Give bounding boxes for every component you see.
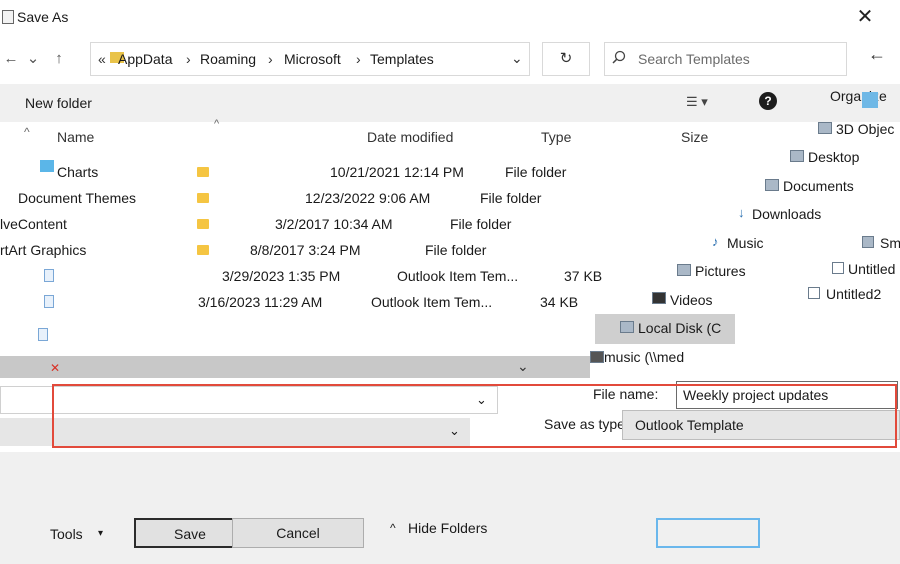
nav-pane-item-music-network[interactable]: music (\\med bbox=[604, 349, 684, 365]
help-icon[interactable]: ? bbox=[759, 92, 777, 110]
desktop-icon bbox=[790, 150, 804, 162]
tools-dropdown-icon[interactable]: ▾ bbox=[98, 528, 103, 539]
hide-folders-button[interactable]: Hide Folders bbox=[408, 520, 487, 536]
breadcrumb-separator-icon[interactable]: › bbox=[268, 51, 273, 67]
sort-indicator-icon: ^ bbox=[214, 118, 220, 130]
breadcrumb-separator-icon[interactable]: › bbox=[356, 51, 361, 67]
cancel-button[interactable]: Cancel bbox=[232, 518, 364, 548]
refresh-icon[interactable]: ↻ bbox=[542, 42, 590, 76]
file-icon bbox=[862, 236, 874, 248]
download-icon: ↓ bbox=[738, 205, 745, 220]
list-item-date: 3/2/2017 10:34 AM bbox=[275, 216, 393, 232]
list-item-date: 12/23/2022 9:06 AM bbox=[305, 190, 431, 206]
list-item-type: File folder bbox=[480, 190, 542, 206]
outlook-template-icon bbox=[44, 269, 54, 282]
list-item-size: 37 KB bbox=[564, 268, 603, 284]
outlook-template-icon bbox=[38, 328, 48, 341]
organize-badge bbox=[862, 92, 878, 108]
window-title: Save As bbox=[17, 9, 69, 25]
title-bar bbox=[0, 0, 900, 36]
list-item-name[interactable]: Document Themes bbox=[18, 190, 136, 206]
list-item-name[interactable]: rtArt Graphics bbox=[0, 242, 86, 258]
new-folder-button[interactable]: New folder bbox=[25, 95, 92, 111]
address-dropdown-icon[interactable]: ⌄ bbox=[511, 50, 523, 67]
music-icon: ♪ bbox=[712, 234, 719, 249]
focused-button[interactable] bbox=[656, 518, 760, 548]
list-item-type: File folder bbox=[505, 164, 567, 180]
nav-pane-item-desktop[interactable]: Desktop bbox=[808, 149, 859, 165]
collapse-chevron-icon[interactable]: ^ bbox=[24, 125, 30, 139]
up-arrow-icon[interactable]: ↑ bbox=[48, 48, 70, 70]
save-button[interactable]: Save bbox=[134, 518, 246, 548]
side-item-untitled[interactable]: Untitled bbox=[848, 261, 895, 277]
recent-locations-chevron-icon[interactable]: ⌄ bbox=[22, 48, 44, 70]
charts-folder-icon bbox=[40, 160, 54, 172]
pane-splitter[interactable] bbox=[0, 356, 590, 378]
highlight-box bbox=[52, 384, 897, 448]
cube-icon bbox=[818, 122, 832, 134]
nav-pane-item-videos[interactable]: Videos bbox=[670, 292, 713, 308]
nav-pane-item-local-disk[interactable]: Local Disk (C bbox=[638, 320, 721, 336]
organize-button[interactable]: Organize bbox=[830, 88, 887, 104]
back-arrow-icon[interactable]: ← bbox=[868, 44, 886, 65]
change-view-icon[interactable]: ☰ ▾ bbox=[686, 94, 708, 110]
breadcrumb-separator-icon[interactable]: › bbox=[186, 51, 191, 67]
outlook-template-icon bbox=[44, 295, 54, 308]
red-x-icon: ✕ bbox=[50, 361, 61, 375]
documents-icon bbox=[765, 179, 779, 191]
folder-icon bbox=[197, 167, 209, 177]
nav-pane-item-music[interactable]: Music bbox=[727, 235, 764, 251]
search-input[interactable]: Search Templates bbox=[638, 51, 750, 67]
breadcrumb-templates[interactable]: Templates bbox=[370, 51, 434, 67]
column-header-size[interactable]: Size bbox=[681, 129, 708, 145]
close-icon[interactable]: ✕ bbox=[852, 4, 878, 30]
side-item-sm[interactable]: Sm bbox=[880, 235, 900, 251]
list-item-name[interactable]: Charts bbox=[57, 164, 98, 180]
pictures-icon bbox=[677, 264, 691, 276]
list-item-date: 8/8/2017 3:24 PM bbox=[250, 242, 361, 258]
breadcrumb-microsoft[interactable]: Microsoft bbox=[284, 51, 341, 67]
path-overflow-icon[interactable]: « bbox=[98, 51, 106, 67]
nav-pane-item-pictures[interactable]: Pictures bbox=[695, 263, 746, 279]
save-as-window-icon bbox=[2, 10, 14, 24]
breadcrumb-roaming[interactable]: Roaming bbox=[200, 51, 256, 67]
side-item-untitled2[interactable]: Untitled2 bbox=[826, 286, 881, 302]
collapse-chevron-icon[interactable]: ⌄ bbox=[517, 358, 529, 375]
nav-pane-item-documents[interactable]: Documents bbox=[783, 178, 854, 194]
disk-icon bbox=[620, 321, 634, 333]
search-icon bbox=[612, 50, 626, 64]
list-item-size: 34 KB bbox=[540, 294, 579, 310]
nav-pane-item-3d-objects[interactable]: 3D Objec bbox=[836, 121, 894, 137]
folder-icon bbox=[197, 193, 209, 203]
file-icon bbox=[832, 262, 844, 274]
column-header-name[interactable]: Name bbox=[57, 129, 94, 145]
videos-icon bbox=[652, 292, 666, 304]
list-item-type: Outlook Item Tem... bbox=[397, 268, 519, 284]
network-drive-icon bbox=[590, 351, 604, 363]
list-item-type: File folder bbox=[425, 242, 487, 258]
mail-icon bbox=[808, 287, 820, 299]
nav-pane-item-downloads[interactable]: Downloads bbox=[752, 206, 821, 222]
back-arrow-icon[interactable]: ← bbox=[0, 48, 22, 70]
list-item-date: 3/29/2023 1:35 PM bbox=[222, 268, 341, 284]
hide-folders-chevron-icon[interactable]: ^ bbox=[390, 521, 396, 535]
folder-icon bbox=[197, 219, 209, 229]
breadcrumb-appdata[interactable]: AppData bbox=[118, 51, 172, 67]
column-header-date-modified[interactable]: Date modified bbox=[367, 129, 453, 145]
list-item-date: 3/16/2023 11:29 AM bbox=[198, 294, 323, 310]
list-item-name[interactable]: lveContent bbox=[0, 216, 67, 232]
list-item-date: 10/21/2021 12:14 PM bbox=[330, 164, 464, 180]
column-header-type[interactable]: Type bbox=[541, 129, 571, 145]
list-item-type: Outlook Item Tem... bbox=[371, 294, 493, 310]
folder-icon bbox=[197, 245, 209, 255]
list-item-type: File folder bbox=[450, 216, 512, 232]
tools-button[interactable]: Tools bbox=[50, 526, 83, 542]
